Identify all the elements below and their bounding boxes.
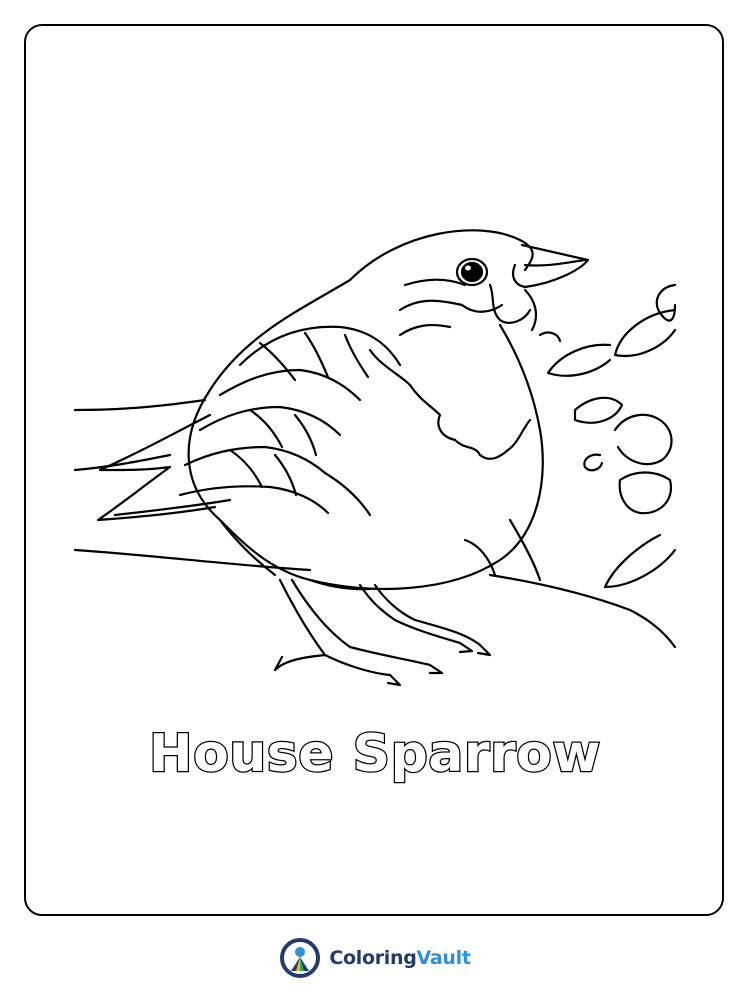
- brand-footer[interactable]: ColoringVault: [0, 935, 750, 981]
- brand-name: ColoringVault: [329, 947, 471, 969]
- sparrow-eye: [455, 257, 489, 287]
- sparrow-head-details: [398, 243, 590, 337]
- brand-name-part1: Coloring: [329, 947, 417, 969]
- brand-name-part2: Vault: [416, 947, 471, 969]
- sparrow-illustration: [73, 229, 677, 687]
- tail-outline: [96, 413, 232, 522]
- coloring-vault-logo-icon: [280, 938, 321, 978]
- wing-feathers: [178, 325, 402, 517]
- sparrow-legs: [273, 578, 492, 687]
- breast-feathers: [368, 348, 532, 460]
- sparrow-line-art: [70, 215, 680, 705]
- branch-outline: [73, 398, 677, 649]
- page-title: House Sparrow: [148, 723, 602, 786]
- leaves-outline: [538, 283, 677, 589]
